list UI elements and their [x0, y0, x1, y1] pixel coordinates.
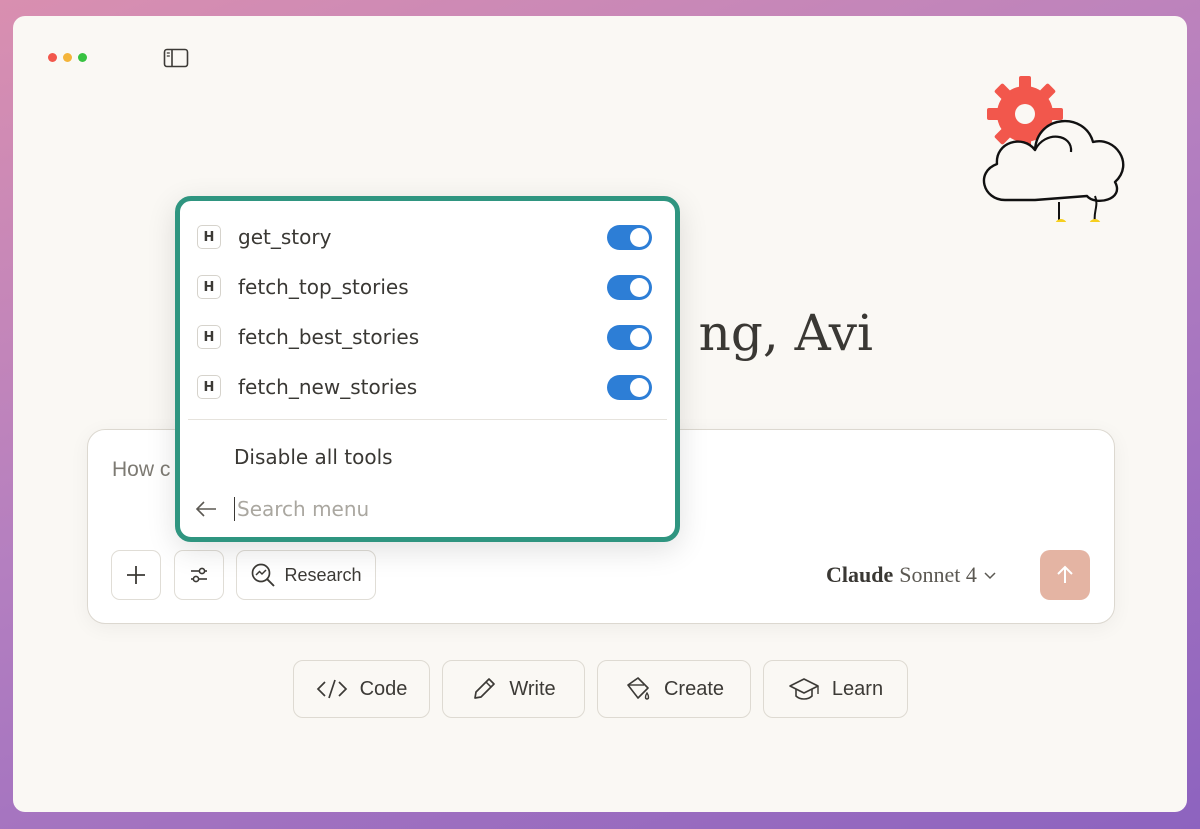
tool-toggle-switch[interactable] — [607, 275, 652, 300]
send-button[interactable] — [1040, 550, 1090, 600]
code-icon — [316, 679, 347, 699]
composer-placeholder: How c — [112, 458, 171, 481]
tool-name: fetch_best_stories — [238, 325, 420, 349]
action-learn-label: Learn — [831, 677, 884, 700]
maximize-window-button[interactable] — [78, 53, 87, 62]
graduation-cap-icon — [789, 678, 819, 700]
search-menu-input[interactable] — [234, 497, 614, 521]
greeting-heading: ng, Avi — [698, 304, 873, 362]
action-write-label: Write — [509, 677, 556, 700]
tool-toggle-switch[interactable] — [607, 325, 652, 350]
tool-server-badge: H — [197, 225, 221, 249]
research-label: Research — [284, 564, 362, 585]
action-write-button[interactable]: Write — [442, 660, 585, 718]
action-code-label: Code — [359, 677, 408, 700]
tool-server-badge: H — [197, 275, 221, 299]
tool-toggle-switch[interactable] — [607, 375, 652, 400]
tool-toggle-switch[interactable] — [607, 225, 652, 250]
action-learn-button[interactable]: Learn — [763, 660, 908, 718]
tool-server-badge: H — [197, 375, 221, 399]
research-button[interactable]: Research — [236, 550, 376, 600]
research-magnifier-icon — [252, 563, 276, 587]
sliders-icon — [191, 567, 207, 583]
menu-search-row — [194, 491, 664, 527]
chevron-down-icon — [984, 572, 996, 580]
sidebar-toggle-icon[interactable] — [163, 48, 189, 68]
tool-item-fetch-best-stories[interactable]: H fetch_best_stories — [192, 315, 662, 359]
tool-item-fetch-top-stories[interactable]: H fetch_top_stories — [192, 265, 662, 309]
action-create-label: Create — [663, 677, 725, 700]
model-name: Sonnet 4 — [899, 562, 977, 587]
pencil-icon — [474, 678, 496, 699]
close-window-button[interactable] — [48, 53, 57, 62]
tools-menu-popup: H get_story H fetch_top_stories H fetch_… — [175, 196, 680, 542]
tool-name: get_story — [238, 225, 332, 249]
action-code-button[interactable]: Code — [293, 660, 430, 718]
window-controls — [48, 53, 87, 62]
disable-all-tools-item[interactable]: Disable all tools — [234, 445, 393, 469]
paint-bucket-icon — [627, 677, 650, 700]
menu-divider — [188, 419, 667, 420]
plus-icon — [127, 566, 145, 584]
tool-item-fetch-new-stories[interactable]: H fetch_new_stories — [192, 365, 662, 409]
action-create-button[interactable]: Create — [597, 660, 751, 718]
gear-cloud-illustration-icon — [982, 76, 1125, 222]
tool-server-badge: H — [197, 325, 221, 349]
arrow-up-icon — [1057, 565, 1073, 583]
add-attachment-button[interactable] — [111, 550, 161, 600]
tool-item-get-story[interactable]: H get_story — [192, 215, 662, 259]
minimize-window-button[interactable] — [63, 53, 72, 62]
model-brand: Claude — [826, 562, 894, 587]
model-selector[interactable]: Claude Sonnet 4 — [826, 562, 997, 588]
tool-name: fetch_top_stories — [238, 275, 409, 299]
tools-settings-button[interactable] — [174, 550, 224, 600]
arrow-left-icon[interactable] — [194, 499, 218, 519]
tool-name: fetch_new_stories — [238, 375, 418, 399]
